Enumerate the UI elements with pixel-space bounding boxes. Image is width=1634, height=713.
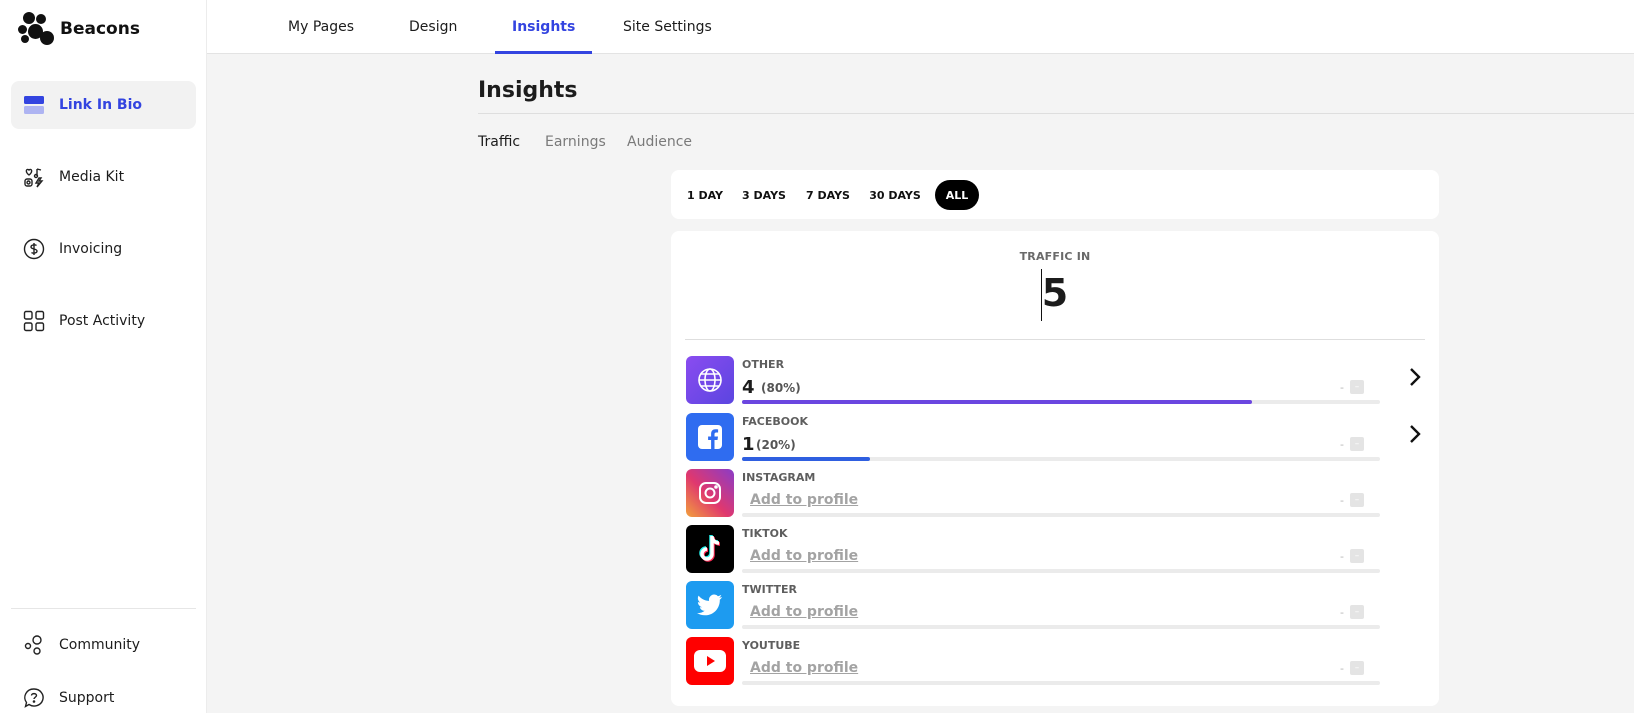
source-name: YOUTUBE	[742, 639, 801, 652]
add-to-profile-link[interactable]: Add to profile	[750, 660, 858, 676]
source-percent: (20%)	[756, 438, 796, 452]
traffic-source-row-youtube[interactable]: YOUTUBE Add to profile - –	[686, 637, 1426, 685]
source-name: FACEBOOK	[742, 415, 808, 428]
globe-icon	[686, 356, 734, 404]
instagram-icon	[686, 469, 734, 517]
youtube-icon	[686, 637, 734, 685]
source-name: INSTAGRAM	[742, 471, 816, 484]
source-name: OTHER	[742, 358, 785, 371]
brand-name: Beacons	[60, 19, 140, 39]
traffic-source-row-other[interactable]: OTHER 4 (80%) - –	[686, 356, 1426, 404]
source-bar-track	[742, 569, 1380, 573]
change-dash: -	[1340, 606, 1344, 619]
beacons-logo-icon	[18, 12, 54, 46]
change-dash: -	[1340, 381, 1344, 394]
traffic-source-row-facebook[interactable]: FACEBOOK 1 (20%) - –	[686, 413, 1426, 461]
change-badge: –	[1350, 605, 1364, 619]
source-bar-track	[742, 513, 1380, 517]
sidebar-item-invoicing[interactable]: Invoicing	[11, 225, 196, 273]
range-30-days[interactable]: 30 DAYS	[868, 180, 922, 210]
sidebar-item-post-activity[interactable]: Post Activity	[11, 297, 196, 345]
change-dash: -	[1340, 438, 1344, 451]
source-count: 1	[742, 434, 755, 455]
tab-label: Insights	[512, 19, 576, 35]
subtab-audience[interactable]: Audience	[627, 134, 692, 150]
link-in-bio-icon	[23, 94, 45, 116]
tab-design[interactable]: Design	[408, 0, 458, 54]
add-to-profile-link[interactable]: Add to profile	[750, 492, 858, 508]
date-range-selector: 1 DAY 3 DAYS 7 DAYS 30 DAYS ALL	[671, 170, 1439, 219]
chevron-right-icon[interactable]	[1404, 423, 1426, 445]
chevron-right-icon[interactable]	[1404, 366, 1426, 388]
tab-label: My Pages	[288, 19, 355, 35]
tab-my-pages[interactable]: My Pages	[287, 0, 355, 54]
sidebar-divider	[11, 608, 196, 609]
change-dash: -	[1340, 550, 1344, 563]
source-bar-track	[742, 681, 1380, 685]
source-bar-fill	[742, 457, 870, 461]
support-icon	[23, 687, 45, 709]
sidebar-item-link-in-bio[interactable]: Link In Bio	[11, 81, 196, 129]
sidebar: Beacons Link In Bio Media Kit Invoicing …	[0, 0, 207, 713]
source-name: TWITTER	[742, 583, 797, 596]
range-3-days[interactable]: 3 DAYS	[741, 180, 787, 210]
sidebar-item-label: Support	[59, 690, 115, 706]
grid-icon	[23, 310, 45, 332]
page-title: Insights	[478, 78, 578, 103]
range-1-day[interactable]: 1 DAY	[686, 180, 724, 210]
change-badge: –	[1350, 493, 1364, 507]
traffic-in-value: 5	[1041, 271, 1069, 315]
twitter-icon	[686, 581, 734, 629]
traffic-source-row-instagram[interactable]: INSTAGRAM Add to profile - –	[686, 469, 1426, 517]
sidebar-item-support[interactable]: Support	[11, 674, 196, 713]
tiktok-icon	[686, 525, 734, 573]
sidebar-item-label: Community	[59, 637, 141, 653]
top-nav: My Pages Design Insights Site Settings	[207, 0, 1634, 54]
change-dash: -	[1340, 662, 1344, 675]
sidebar-item-label: Post Activity	[59, 313, 146, 329]
sidebar-item-label: Media Kit	[59, 169, 125, 185]
tab-insights[interactable]: Insights	[494, 0, 593, 54]
traffic-source-row-twitter[interactable]: TWITTER Add to profile - –	[686, 581, 1426, 629]
title-divider	[478, 113, 1634, 114]
tab-site-settings[interactable]: Site Settings	[622, 0, 713, 54]
sidebar-item-label: Invoicing	[59, 241, 123, 257]
media-kit-icon	[23, 166, 45, 188]
change-badge: –	[1350, 661, 1364, 675]
source-bar-track	[742, 400, 1380, 404]
traffic-source-row-tiktok[interactable]: TIKTOK Add to profile - –	[686, 525, 1426, 573]
change-badge: –	[1350, 549, 1364, 563]
source-name: TIKTOK	[742, 527, 788, 540]
dollar-circle-icon	[23, 238, 45, 260]
source-bar-track	[742, 625, 1380, 629]
sidebar-item-label: Link In Bio	[59, 97, 143, 113]
tab-label: Site Settings	[623, 19, 712, 35]
range-all[interactable]: ALL	[935, 180, 979, 210]
facebook-icon	[686, 413, 734, 461]
text-caret	[1041, 269, 1042, 321]
sidebar-item-media-kit[interactable]: Media Kit	[11, 153, 196, 201]
tab-label: Design	[409, 19, 458, 35]
change-badge: –	[1350, 437, 1364, 451]
change-badge: –	[1350, 380, 1364, 394]
source-percent: (80%)	[761, 381, 801, 395]
add-to-profile-link[interactable]: Add to profile	[750, 548, 858, 564]
source-count: 4	[742, 377, 755, 398]
source-bar-fill	[742, 400, 1253, 404]
traffic-card: TRAFFIC IN 5 OTHER 4 (80%) - – FACEBOOK …	[671, 231, 1439, 706]
add-to-profile-link[interactable]: Add to profile	[750, 604, 858, 620]
beacons-logo[interactable]: Beacons	[18, 12, 140, 46]
community-icon	[23, 634, 45, 656]
source-bar-track	[742, 457, 1380, 461]
card-divider	[685, 339, 1425, 340]
change-dash: -	[1340, 494, 1344, 507]
subtab-earnings[interactable]: Earnings	[545, 134, 606, 150]
subtab-traffic[interactable]: Traffic	[478, 134, 520, 150]
sidebar-item-community[interactable]: Community	[11, 621, 196, 669]
range-7-days[interactable]: 7 DAYS	[805, 180, 851, 210]
traffic-in-label: TRAFFIC IN	[1019, 250, 1091, 263]
